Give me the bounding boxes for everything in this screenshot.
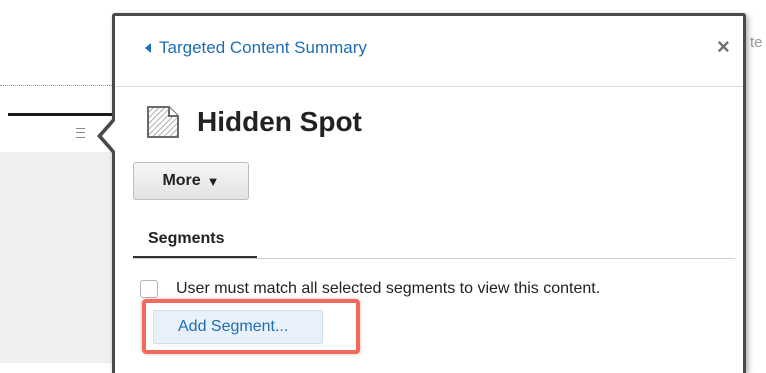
list-icon[interactable]: [76, 128, 85, 138]
background-rule: [8, 113, 112, 116]
highlight-box: [142, 299, 360, 354]
background-divider: [0, 85, 112, 86]
match-all-row: User must match all selected segments to…: [140, 280, 600, 298]
tab-segments[interactable]: Segments: [133, 224, 257, 258]
page-title: Hidden Spot: [197, 106, 362, 137]
popover-header: Targeted Content Summary ×: [115, 16, 743, 87]
background-sidebar: [0, 152, 112, 363]
match-all-label: User must match all selected segments to…: [176, 280, 601, 297]
back-link-label: Targeted Content Summary: [159, 38, 367, 57]
tab-bar: Segments: [133, 224, 735, 260]
background-edge-text: te: [750, 34, 763, 51]
caret-down-icon: ▼: [206, 173, 220, 189]
popover-arrow-fill: [102, 121, 115, 151]
document-icon: [147, 106, 179, 138]
more-button[interactable]: More ▼: [133, 162, 249, 200]
match-all-checkbox[interactable]: [140, 280, 158, 298]
title-row: Hidden Spot: [145, 104, 362, 140]
close-button[interactable]: ×: [717, 36, 730, 58]
back-link[interactable]: Targeted Content Summary: [145, 38, 367, 58]
more-button-label: More: [162, 172, 201, 189]
targeted-content-popover: Targeted Content Summary × Hidden Spot M…: [112, 13, 746, 373]
tab-divider: [133, 258, 735, 259]
caret-left-icon: [145, 43, 151, 53]
